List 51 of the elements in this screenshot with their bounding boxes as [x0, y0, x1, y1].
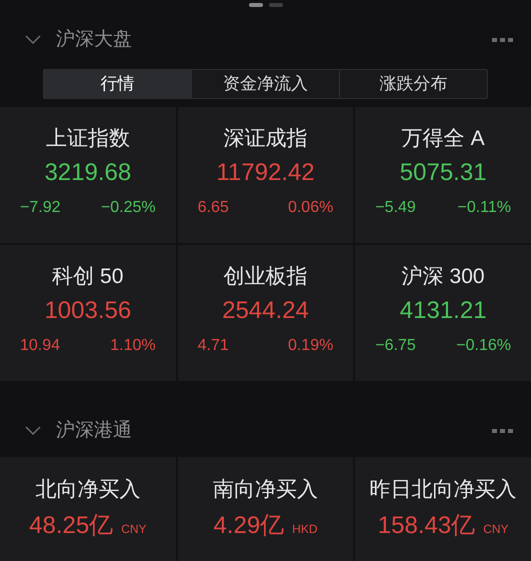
- index-card[interactable]: 深证成指 11792.42 6.65 0.06%: [178, 107, 354, 243]
- index-value: 4131.21: [400, 296, 487, 326]
- flow-card[interactable]: 南向净买入 4.29亿 HKD: [178, 457, 354, 561]
- change-percent: 0.06%: [288, 198, 334, 218]
- change-value: −7.92: [20, 198, 60, 218]
- chevron-down-icon[interactable]: [25, 426, 41, 436]
- index-name: 沪深 300: [402, 264, 485, 290]
- flow-card[interactable]: 昨日北向净买入 158.43亿 CNY: [355, 457, 531, 561]
- index-value: 2544.24: [222, 296, 309, 326]
- tab[interactable]: 行情: [44, 70, 191, 98]
- change-percent: −0.11%: [457, 198, 511, 218]
- section-title: 沪深大盘: [56, 28, 132, 52]
- change-value: 4.71: [198, 336, 229, 356]
- currency-label: HKD: [292, 521, 318, 538]
- index-name: 上证指数: [46, 126, 130, 152]
- change-percent: 0.19%: [288, 336, 334, 356]
- flow-value: 4.29亿: [213, 511, 284, 541]
- section-title: 沪深港通: [56, 418, 132, 443]
- index-card[interactable]: 沪深 300 4131.21 −6.75 −0.16%: [355, 245, 531, 381]
- flow-name: 昨日北向净买入: [370, 477, 517, 503]
- flow-card[interactable]: 北向净买入 48.25亿 CNY: [0, 457, 176, 561]
- index-name: 深证成指: [223, 126, 308, 152]
- change-value: 6.65: [198, 198, 229, 218]
- index-value: 5075.31: [400, 158, 487, 188]
- currency-label: CNY: [121, 521, 147, 538]
- flow-value: 48.25亿: [29, 511, 114, 541]
- change-percent: 1.10%: [110, 336, 156, 356]
- index-value: 11792.42: [216, 158, 315, 188]
- index-card[interactable]: 上证指数 3219.68 −7.92 −0.25%: [0, 107, 176, 243]
- flow-name: 北向净买入: [35, 477, 140, 503]
- change-percent: −0.16%: [456, 336, 511, 356]
- tab[interactable]: 涨跌分布: [339, 70, 487, 98]
- index-card[interactable]: 科创 50 1003.56 10.94 1.10%: [0, 245, 176, 381]
- change-percent: −0.25%: [100, 198, 156, 218]
- index-name: 科创 50: [52, 264, 124, 290]
- index-card[interactable]: 万得全 A 5075.31 −5.49 −0.11%: [355, 107, 531, 243]
- index-card[interactable]: 创业板指 2544.24 4.71 0.19%: [178, 245, 354, 381]
- flow-value: 158.43亿: [378, 511, 476, 541]
- change-value: 10.94: [20, 336, 60, 356]
- index-value: 1003.56: [44, 296, 132, 326]
- more-icon[interactable]: [492, 429, 513, 433]
- index-value: 3219.68: [44, 158, 132, 188]
- index-name: 创业板指: [223, 264, 308, 290]
- flow-name: 南向净买入: [212, 477, 318, 503]
- index-name: 万得全 A: [402, 126, 485, 152]
- change-value: −6.75: [375, 336, 416, 356]
- currency-label: CNY: [483, 521, 509, 538]
- chevron-down-icon[interactable]: [25, 35, 41, 45]
- tab[interactable]: 资金净流入: [191, 70, 339, 98]
- more-icon[interactable]: [492, 38, 513, 42]
- change-value: −5.49: [375, 198, 416, 218]
